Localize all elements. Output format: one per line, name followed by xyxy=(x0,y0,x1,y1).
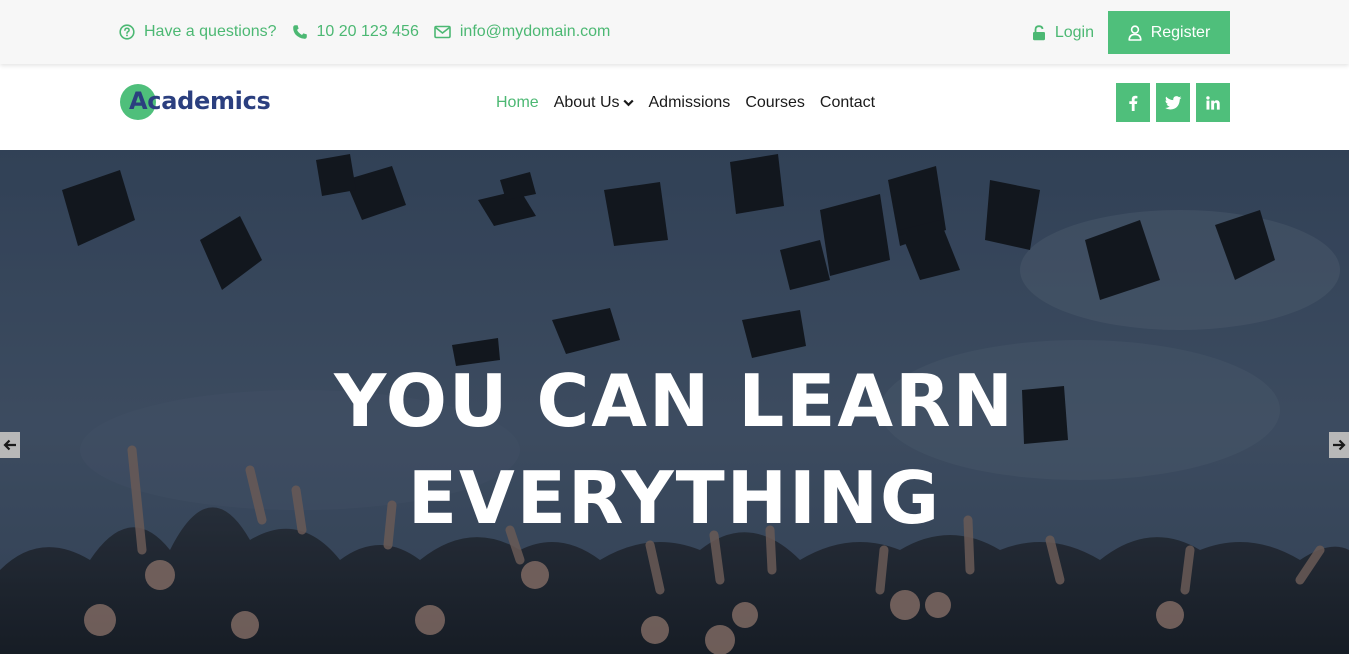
question-circle-icon xyxy=(119,24,135,40)
login-label: Login xyxy=(1054,23,1094,41)
nav-home[interactable]: Home xyxy=(496,94,539,112)
envelope-icon xyxy=(434,25,451,39)
facebook-button[interactable] xyxy=(1116,83,1150,122)
register-label: Register xyxy=(1150,23,1211,41)
slider-prev-button[interactable] xyxy=(0,432,20,458)
slider-next-button[interactable] xyxy=(1329,432,1349,458)
register-button[interactable]: Register xyxy=(1108,11,1230,54)
nav-contact-label: Contact xyxy=(819,94,876,111)
phone-icon xyxy=(292,25,307,39)
nav-admissions[interactable]: Admissions xyxy=(649,94,731,112)
phone-number: 10 20 123 456 xyxy=(316,23,419,40)
arrow-left-icon xyxy=(3,439,16,451)
top-bar: Have a questions? 10 20 123 456 info@myd… xyxy=(0,0,1349,64)
login-link[interactable]: Login xyxy=(1032,24,1094,42)
user-icon xyxy=(1128,24,1142,41)
twitter-icon xyxy=(1164,95,1181,109)
email-address: info@mydomain.com xyxy=(459,23,611,40)
nav-about-us-label: About Us xyxy=(553,94,620,111)
auth-links: Login Register xyxy=(1032,11,1230,54)
linkedin-button[interactable] xyxy=(1196,83,1230,122)
nav-courses[interactable]: Courses xyxy=(745,94,805,112)
hero-headline: YOU CAN LEARN EVERYTHING xyxy=(0,353,1349,547)
chevron-down-icon xyxy=(622,99,634,107)
hero-headline-line2: EVERYTHING xyxy=(407,456,942,540)
hero-slider: YOU CAN LEARN EVERYTHING xyxy=(0,150,1349,654)
email-link[interactable]: info@mydomain.com xyxy=(434,23,611,41)
nav-contact[interactable]: Contact xyxy=(820,94,875,112)
linkedin-icon xyxy=(1206,95,1220,110)
contact-info: Have a questions? 10 20 123 456 info@myd… xyxy=(119,0,625,64)
facebook-icon xyxy=(1129,95,1138,111)
phone-link[interactable]: 10 20 123 456 xyxy=(292,23,419,41)
nav-admissions-label: Admissions xyxy=(648,94,731,111)
site-logo[interactable]: Academics xyxy=(119,83,279,121)
lock-icon xyxy=(1032,24,1045,40)
main-navbar: Academics Home About Us Admissions Cours… xyxy=(0,64,1349,150)
brand-name: Academics xyxy=(129,87,271,115)
nav-about-us[interactable]: About Us xyxy=(554,94,634,112)
question-text: Have a questions? xyxy=(144,23,277,40)
hero-headline-line1: YOU CAN LEARN xyxy=(334,359,1015,443)
arrow-right-icon xyxy=(1333,439,1346,451)
nav-courses-label: Courses xyxy=(745,94,805,111)
nav-home-label: Home xyxy=(496,94,539,111)
main-menu: Home About Us Admissions Courses Contact xyxy=(496,64,890,142)
question-link[interactable]: Have a questions? xyxy=(119,23,277,41)
twitter-button[interactable] xyxy=(1156,83,1190,122)
social-links xyxy=(1110,83,1230,122)
